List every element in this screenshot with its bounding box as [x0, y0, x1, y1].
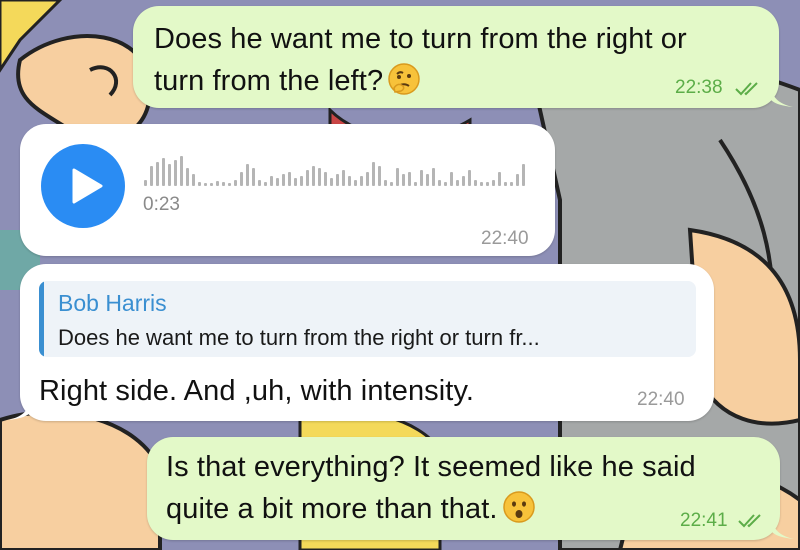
- message-text: Is that everything? It seemed like he sa…: [166, 446, 696, 536]
- message-time: 22:41: [680, 510, 728, 531]
- message-time: 22:40: [637, 389, 685, 410]
- reply-accent-bar: [39, 281, 44, 357]
- double-check-read-icon: [738, 514, 761, 528]
- message-line-2: turn from the left?: [154, 60, 687, 108]
- message-incoming-reply[interactable]: Bob Harris Does he want me to turn from …: [20, 264, 714, 421]
- message-outgoing-2[interactable]: Is that everything? It seemed like he sa…: [147, 437, 780, 540]
- hushed-face-emoji-icon: [502, 490, 536, 536]
- thinking-face-emoji-icon: [387, 62, 421, 108]
- voice-message[interactable]: 0:23 22:40: [20, 124, 555, 256]
- message-text: Does he want me to turn from the right o…: [154, 18, 687, 108]
- bubble-tail: [771, 88, 793, 107]
- play-button[interactable]: [41, 144, 125, 228]
- bubble-tail: [772, 520, 794, 539]
- message-time: 22:40: [481, 228, 529, 249]
- message-time: 22:38: [675, 77, 723, 98]
- voice-duration: 0:23: [143, 194, 180, 215]
- double-check-read-icon: [735, 82, 758, 96]
- voice-waveform[interactable]: [144, 152, 529, 192]
- reply-author: Bob Harris: [58, 290, 167, 316]
- message-text: Right side. And ,uh, with intensity.: [39, 375, 475, 407]
- play-icon: [72, 168, 103, 204]
- bubble-tail: [8, 401, 30, 420]
- message-line-1: Is that everything? It seemed like he sa…: [166, 451, 696, 483]
- message-line-2: quite a bit more than that.: [166, 488, 696, 536]
- message-line-1: Does he want me to turn from the right o…: [154, 23, 687, 55]
- message-outgoing-1[interactable]: Does he want me to turn from the right o…: [133, 6, 779, 108]
- reply-quote[interactable]: Bob Harris Does he want me to turn from …: [39, 281, 696, 357]
- reply-text: Does he want me to turn from the right o…: [58, 325, 540, 350]
